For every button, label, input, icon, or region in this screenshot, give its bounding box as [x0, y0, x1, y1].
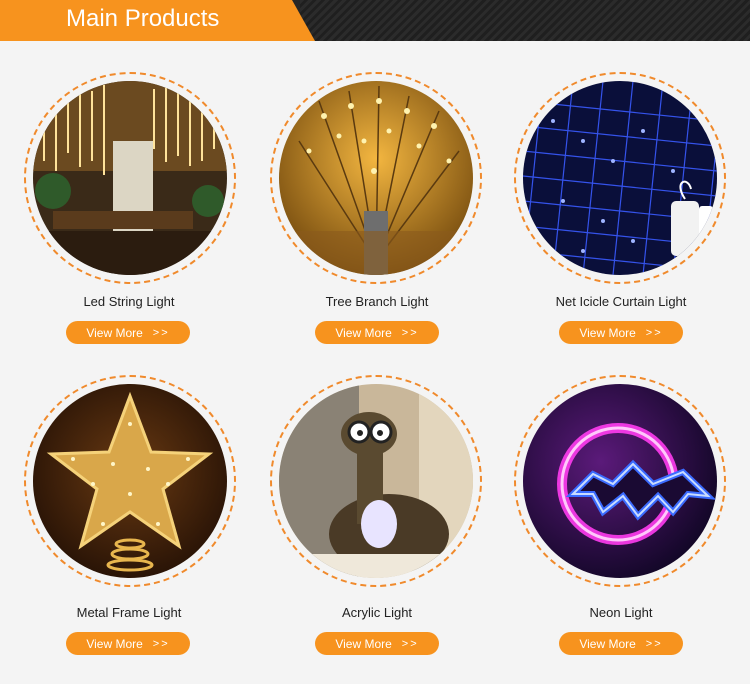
product-image[interactable] — [33, 384, 227, 578]
product-name: Metal Frame Light — [76, 605, 182, 620]
chevron-right-icon: >> — [401, 326, 419, 339]
section-header: Main Products — [0, 0, 750, 41]
product-image[interactable] — [33, 81, 227, 275]
view-more-button[interactable]: View More >> — [559, 632, 683, 655]
view-more-label: View More — [579, 636, 636, 651]
product-image[interactable] — [523, 384, 717, 578]
product-image[interactable] — [279, 384, 473, 578]
view-more-label: View More — [86, 325, 143, 340]
chevron-right-icon: >> — [645, 326, 663, 339]
section-title: Main Products — [66, 5, 220, 32]
product-image-frame — [24, 72, 236, 284]
product-image-frame — [514, 72, 726, 284]
product-name: Acrylic Light — [341, 605, 413, 620]
product-name: Tree Branch Light — [325, 294, 429, 309]
header-stripes — [300, 0, 750, 41]
chevron-right-icon: >> — [152, 637, 170, 650]
chevron-right-icon: >> — [152, 326, 170, 339]
product-image-frame — [270, 375, 482, 587]
view-more-label: View More — [335, 636, 392, 651]
chevron-right-icon: >> — [401, 637, 419, 650]
product-image-frame — [514, 375, 726, 587]
view-more-button[interactable]: View More >> — [559, 321, 683, 344]
view-more-label: View More — [335, 325, 392, 340]
view-more-button[interactable]: View More >> — [315, 632, 439, 655]
product-image[interactable] — [523, 81, 717, 275]
product-name: Net Icicle Curtain Light — [555, 294, 687, 309]
chevron-right-icon: >> — [645, 637, 663, 650]
view-more-label: View More — [86, 636, 143, 651]
product-image-frame — [24, 375, 236, 587]
product-image[interactable] — [279, 81, 473, 275]
product-image-frame — [270, 72, 482, 284]
view-more-button[interactable]: View More >> — [66, 632, 190, 655]
view-more-label: View More — [579, 325, 636, 340]
product-name: Led String Light — [83, 294, 175, 309]
view-more-button[interactable]: View More >> — [66, 321, 190, 344]
product-name: Neon Light — [589, 605, 653, 620]
view-more-button[interactable]: View More >> — [315, 321, 439, 344]
